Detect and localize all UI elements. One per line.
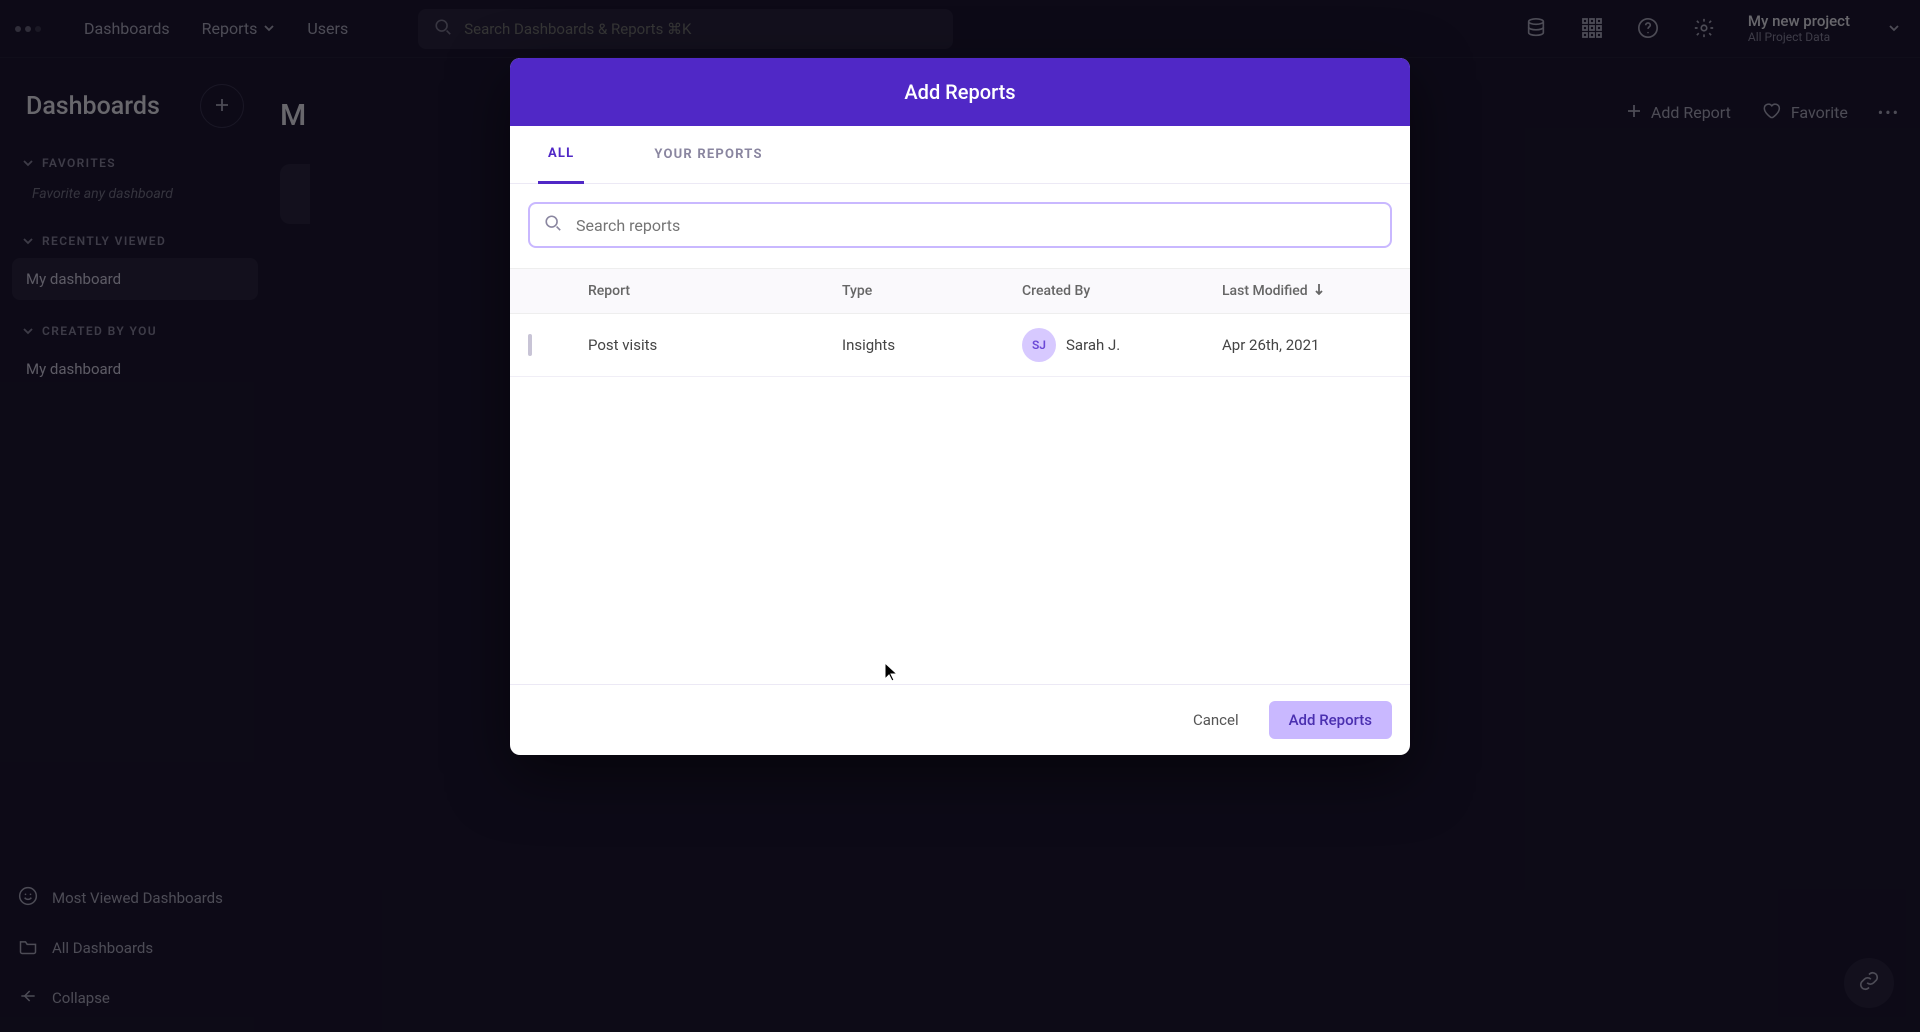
row-report-name: Post visits [588,336,842,354]
search-icon [544,214,562,236]
modal-footer: Cancel Add Reports [510,684,1410,755]
col-last-modified[interactable]: Last Modified [1222,283,1392,299]
col-last-modified-label: Last Modified [1222,283,1308,299]
table-row[interactable]: Post visits Insights SJ Sarah J. Apr 26t… [510,314,1410,377]
row-creator: SJ Sarah J. [1022,328,1222,362]
row-type: Insights [842,336,1022,354]
col-created-by: Created By [1022,283,1222,299]
modal-title: Add Reports [510,58,1410,126]
sort-icon [1314,283,1324,299]
add-reports-modal: Add Reports ALL YOUR REPORTS Report Type… [510,58,1410,755]
add-reports-button[interactable]: Add Reports [1269,701,1392,739]
cancel-button[interactable]: Cancel [1187,701,1245,739]
modal-table-body: Post visits Insights SJ Sarah J. Apr 26t… [510,314,1410,684]
col-report: Report [588,283,842,299]
modal-search-input[interactable] [574,215,1376,236]
modal-search[interactable] [528,202,1392,248]
modal-table-header: Report Type Created By Last Modified [510,268,1410,314]
col-type: Type [842,283,1022,299]
avatar: SJ [1022,328,1056,362]
modal-tabs: ALL YOUR REPORTS [510,126,1410,184]
modal-overlay[interactable]: Add Reports ALL YOUR REPORTS Report Type… [0,0,1920,1032]
creator-name: Sarah J. [1066,336,1120,354]
modal-search-wrap [510,184,1410,268]
row-last-modified: Apr 26th, 2021 [1222,336,1392,354]
row-checkbox[interactable] [528,334,532,356]
tab-all[interactable]: ALL [538,126,584,184]
tab-your-reports[interactable]: YOUR REPORTS [644,127,772,182]
